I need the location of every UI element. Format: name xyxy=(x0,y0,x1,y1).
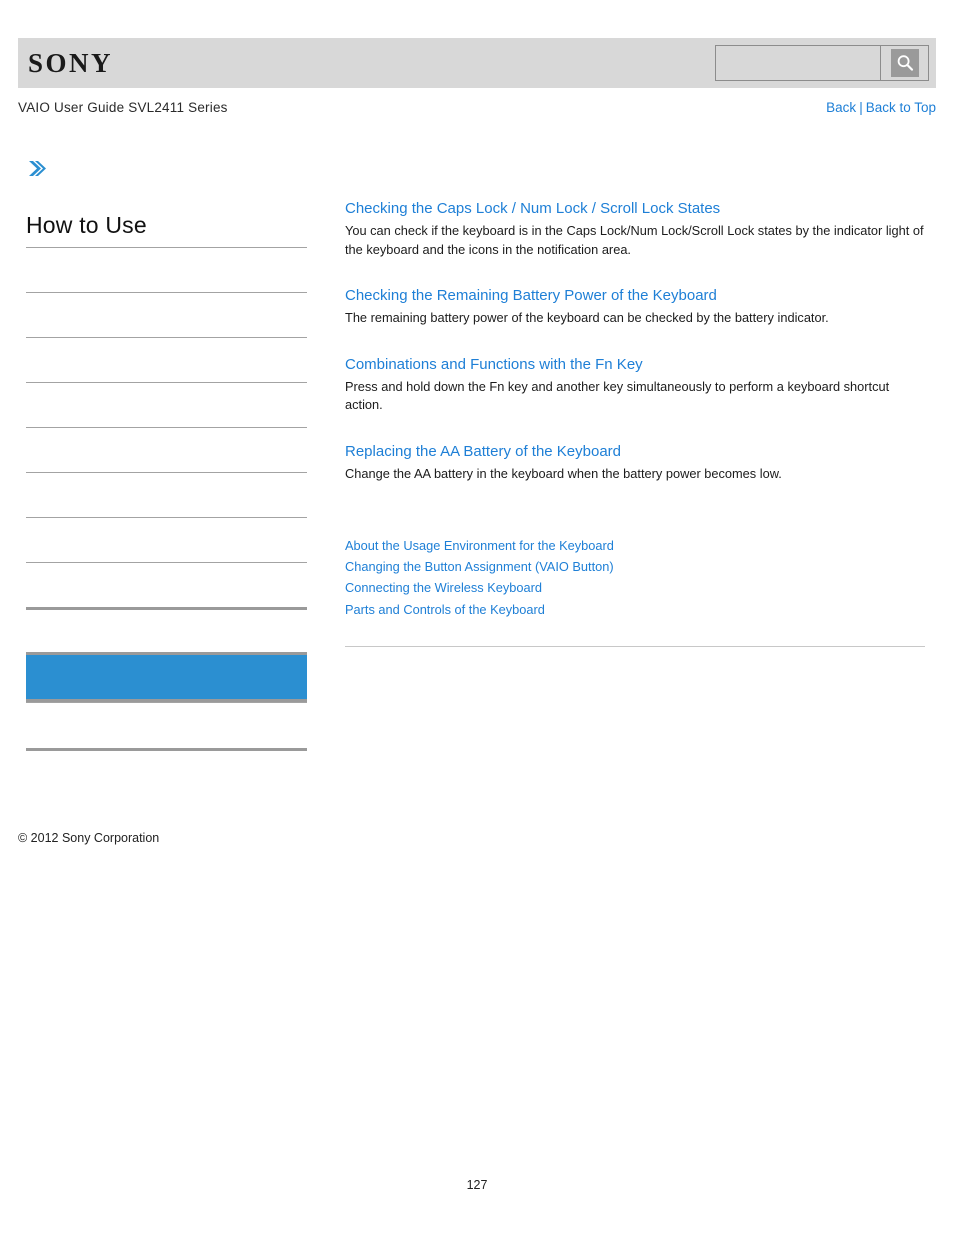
sidebar-item-6[interactable] xyxy=(26,472,307,517)
sub-header: VAIO User Guide SVL2411 Series Back | Back… xyxy=(18,96,936,124)
topic-description: Change the AA battery in the keyboard wh… xyxy=(345,465,782,481)
sidebar: How to Use xyxy=(26,158,307,751)
back-to-top-link[interactable]: Back to Top xyxy=(866,100,936,115)
nav-separator: | xyxy=(859,100,863,115)
page-title: How to Use xyxy=(26,212,147,238)
related-links-list: About the Usage Environment for the Keyb… xyxy=(345,535,925,620)
topic-description: You can check if the keyboard is in the … xyxy=(345,223,924,257)
search-box[interactable] xyxy=(715,45,929,81)
related-link-parts-controls[interactable]: Parts and Controls of the Keyboard xyxy=(345,599,925,620)
sidebar-item-9[interactable] xyxy=(26,607,307,652)
document-page: SONY VAIO User Guide SVL2411 Series Back… xyxy=(0,0,954,1235)
main-content: Checking the Caps Lock / Num Lock / Scro… xyxy=(345,198,925,647)
topic-entry: Replacing the AA Battery of the Keyboard… xyxy=(345,441,925,484)
page-number: 127 xyxy=(466,1178,488,1192)
sidebar-item-selected-keyboard[interactable] xyxy=(26,652,307,702)
search-button[interactable] xyxy=(880,46,928,80)
sidebar-item-3[interactable] xyxy=(26,337,307,382)
back-link[interactable]: Back xyxy=(826,100,856,115)
sidebar-item-1[interactable] xyxy=(26,247,307,292)
sidebar-item-10[interactable] xyxy=(26,702,307,748)
brand-header-bar: SONY xyxy=(18,38,936,88)
sidebar-item-2[interactable] xyxy=(26,292,307,337)
topic-description: The remaining battery power of the keybo… xyxy=(345,310,829,325)
topic-entry: Combinations and Functions with the Fn K… xyxy=(345,354,925,415)
topic-link-battery-power[interactable]: Checking the Remaining Battery Power of … xyxy=(345,285,925,306)
related-link-button-assignment[interactable]: Changing the Button Assignment (VAIO But… xyxy=(345,556,925,577)
sidebar-item-8[interactable] xyxy=(26,562,307,607)
topic-link-aa-battery[interactable]: Replacing the AA Battery of the Keyboard xyxy=(345,441,925,462)
content-bottom-rule xyxy=(345,645,925,647)
guide-title: VAIO User Guide SVL2411 Series xyxy=(18,100,228,115)
topic-entry: Checking the Remaining Battery Power of … xyxy=(345,285,925,328)
topic-link-caps-lock[interactable]: Checking the Caps Lock / Num Lock / Scro… xyxy=(345,198,925,219)
sidebar-item-4[interactable] xyxy=(26,382,307,427)
copyright-notice: © 2012 Sony Corporation xyxy=(18,831,160,845)
search-input[interactable] xyxy=(716,46,880,80)
sidebar-item-7[interactable] xyxy=(26,517,307,562)
topic-entry: Checking the Caps Lock / Num Lock / Scro… xyxy=(345,198,925,259)
topic-link-fn-key[interactable]: Combinations and Functions with the Fn K… xyxy=(345,354,925,375)
double-chevron-right-icon xyxy=(26,158,48,180)
related-link-usage-environment[interactable]: About the Usage Environment for the Keyb… xyxy=(345,535,925,556)
sony-logo: SONY xyxy=(28,48,114,78)
related-link-wireless-keyboard[interactable]: Connecting the Wireless Keyboard xyxy=(345,577,925,598)
sidebar-nav-list xyxy=(26,247,307,751)
sidebar-bottom-rule xyxy=(26,748,307,751)
search-icon xyxy=(890,49,919,77)
sidebar-item-5[interactable] xyxy=(26,427,307,472)
header-nav-links: Back | Back to Top xyxy=(826,100,936,115)
topic-description: Press and hold down the Fn key and anoth… xyxy=(345,378,890,413)
